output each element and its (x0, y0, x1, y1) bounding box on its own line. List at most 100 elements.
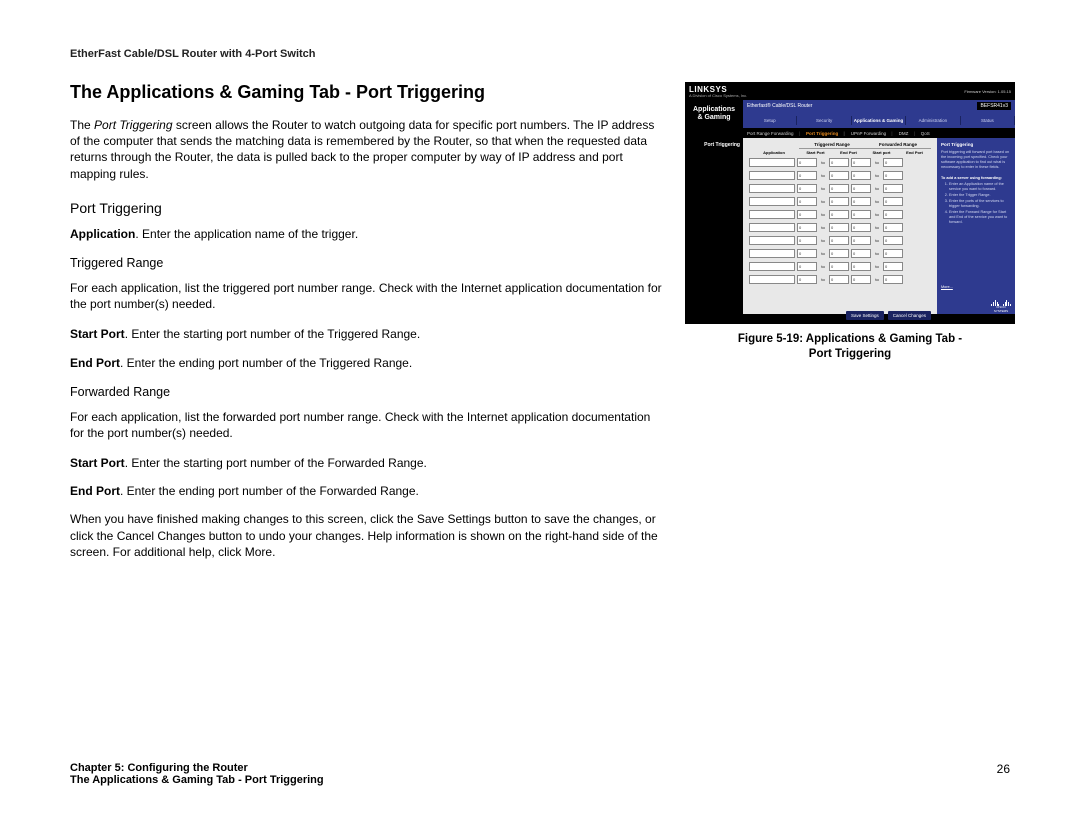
trig-end-input[interactable]: 0 (829, 223, 849, 232)
trig-start-input[interactable]: 0 (797, 158, 817, 167)
help-step: Enter an Application name of the service… (949, 182, 1011, 192)
fwd-start-input[interactable]: 0 (851, 184, 871, 193)
def-tr-end: End Port. Enter the ending port number o… (70, 355, 665, 371)
trig-start-input[interactable]: 0 (797, 262, 817, 271)
fwd-start-input[interactable]: 0 (851, 197, 871, 206)
trig-end-input[interactable]: 0 (829, 262, 849, 271)
page-number: 26 (997, 762, 1010, 776)
triggered-range-paragraph: For each application, list the triggered… (70, 280, 665, 312)
trig-end-input[interactable]: 0 (829, 184, 849, 193)
fwd-start-input[interactable]: 0 (851, 262, 871, 271)
fwd-end-input[interactable]: 0 (883, 262, 903, 271)
fwd-end-input[interactable]: 0 (883, 249, 903, 258)
subtab-port-range-fwd[interactable]: Port Range Forwarding (747, 131, 800, 136)
application-input[interactable] (749, 223, 795, 232)
more-link[interactable]: More... (941, 285, 953, 290)
help-subtitle: To add a server using forwarding: (941, 176, 1011, 181)
fwd-end-input[interactable]: 0 (883, 184, 903, 193)
trig-end-input[interactable]: 0 (829, 158, 849, 167)
table-row: 0to00to0 (749, 262, 931, 271)
application-input[interactable] (749, 262, 795, 271)
subtab-upnp[interactable]: UPnP Forwarding (851, 131, 893, 136)
tab-status[interactable]: Status (961, 116, 1015, 125)
fwd-end-input[interactable]: 0 (883, 223, 903, 232)
trig-end-input[interactable]: 0 (829, 171, 849, 180)
def-fw-start: Start Port. Enter the starting port numb… (70, 455, 665, 471)
fwd-end-input[interactable]: 0 (883, 236, 903, 245)
table-row: 0to00to0 (749, 249, 931, 258)
application-input[interactable] (749, 210, 795, 219)
fwd-start-input[interactable]: 0 (851, 223, 871, 232)
form-area: Triggered Range Forwarded Range Applicat… (743, 138, 937, 314)
closing-p4: . (272, 545, 275, 559)
fwd-end-input[interactable]: 0 (883, 275, 903, 284)
trig-start-input[interactable]: 0 (797, 171, 817, 180)
application-input[interactable] (749, 158, 795, 167)
table-row: 0to00to0 (749, 171, 931, 180)
tab-apps-gaming[interactable]: Applications & Gaming (852, 116, 906, 125)
application-input[interactable] (749, 236, 795, 245)
subtab-qos[interactable]: QoS (921, 131, 930, 136)
tab-security[interactable]: Security (797, 116, 851, 125)
help-steps: Enter an Application name of the service… (941, 182, 1011, 224)
to-label: to (873, 160, 881, 165)
model-number: BEFSR41v3 (977, 102, 1011, 110)
subheading-triggered-range: Triggered Range (70, 256, 665, 270)
trig-end-input[interactable]: 0 (829, 236, 849, 245)
fwd-end-input[interactable]: 0 (883, 158, 903, 167)
trig-end-input[interactable]: 0 (829, 197, 849, 206)
to-label: to (873, 199, 881, 204)
fwd-end-input[interactable]: 0 (883, 210, 903, 219)
fwd-start-input[interactable]: 0 (851, 210, 871, 219)
cancel-changes-button[interactable]: Cancel Changes (888, 311, 931, 320)
trig-start-input[interactable]: 0 (797, 236, 817, 245)
fwd-start-input[interactable]: 0 (851, 171, 871, 180)
application-input[interactable] (749, 249, 795, 258)
help-panel: Port Triggering Port triggering will for… (937, 138, 1015, 314)
to-label: to (819, 238, 827, 243)
subtab-port-triggering[interactable]: Port Triggering (806, 131, 845, 136)
table-row: 0to00to0 (749, 275, 931, 284)
trig-start-input[interactable]: 0 (797, 249, 817, 258)
to-label: to (819, 225, 827, 230)
application-input[interactable] (749, 184, 795, 193)
application-input[interactable] (749, 197, 795, 206)
def-label: Start Port (70, 327, 125, 341)
cisco-text: CISCO SYSTEMS (994, 305, 1008, 313)
caption-line1: Figure 5-19: Applications & Gaming Tab - (738, 333, 962, 345)
trig-end-input[interactable]: 0 (829, 210, 849, 219)
fwd-end-input[interactable]: 0 (883, 171, 903, 180)
product-name: Etherfast® Cable/DSL Router (747, 103, 812, 109)
to-label: to (819, 199, 827, 204)
to-label: to (873, 225, 881, 230)
tab-administration[interactable]: Administration (906, 116, 960, 125)
to-label: to (873, 277, 881, 282)
to-label: to (819, 277, 827, 282)
tab-setup[interactable]: Setup (743, 116, 797, 125)
to-label: to (873, 173, 881, 178)
trig-start-input[interactable]: 0 (797, 197, 817, 206)
save-settings-button[interactable]: Save Settings (846, 311, 884, 320)
nav-section-label: Applications & Gaming (685, 100, 743, 128)
col-end-port-trig: End Port (832, 150, 865, 155)
application-input[interactable] (749, 171, 795, 180)
fwd-start-input[interactable]: 0 (851, 249, 871, 258)
trig-start-input[interactable]: 0 (797, 223, 817, 232)
fwd-end-input[interactable]: 0 (883, 197, 903, 206)
application-input[interactable] (749, 275, 795, 284)
closing-b3: More (245, 545, 272, 559)
trig-start-input[interactable]: 0 (797, 210, 817, 219)
to-label: to (819, 186, 827, 191)
closing-p1: When you have finished making changes to… (70, 512, 417, 526)
def-label: Start Port (70, 456, 125, 470)
fwd-start-input[interactable]: 0 (851, 236, 871, 245)
fwd-start-input[interactable]: 0 (851, 275, 871, 284)
trig-start-input[interactable]: 0 (797, 184, 817, 193)
fwd-start-input[interactable]: 0 (851, 158, 871, 167)
firmware-version: Firmware Version: 1.05.15 (964, 89, 1011, 94)
subheading-forwarded-range: Forwarded Range (70, 385, 665, 399)
trig-end-input[interactable]: 0 (829, 249, 849, 258)
trig-end-input[interactable]: 0 (829, 275, 849, 284)
trig-start-input[interactable]: 0 (797, 275, 817, 284)
subtab-dmz[interactable]: DMZ (899, 131, 915, 136)
